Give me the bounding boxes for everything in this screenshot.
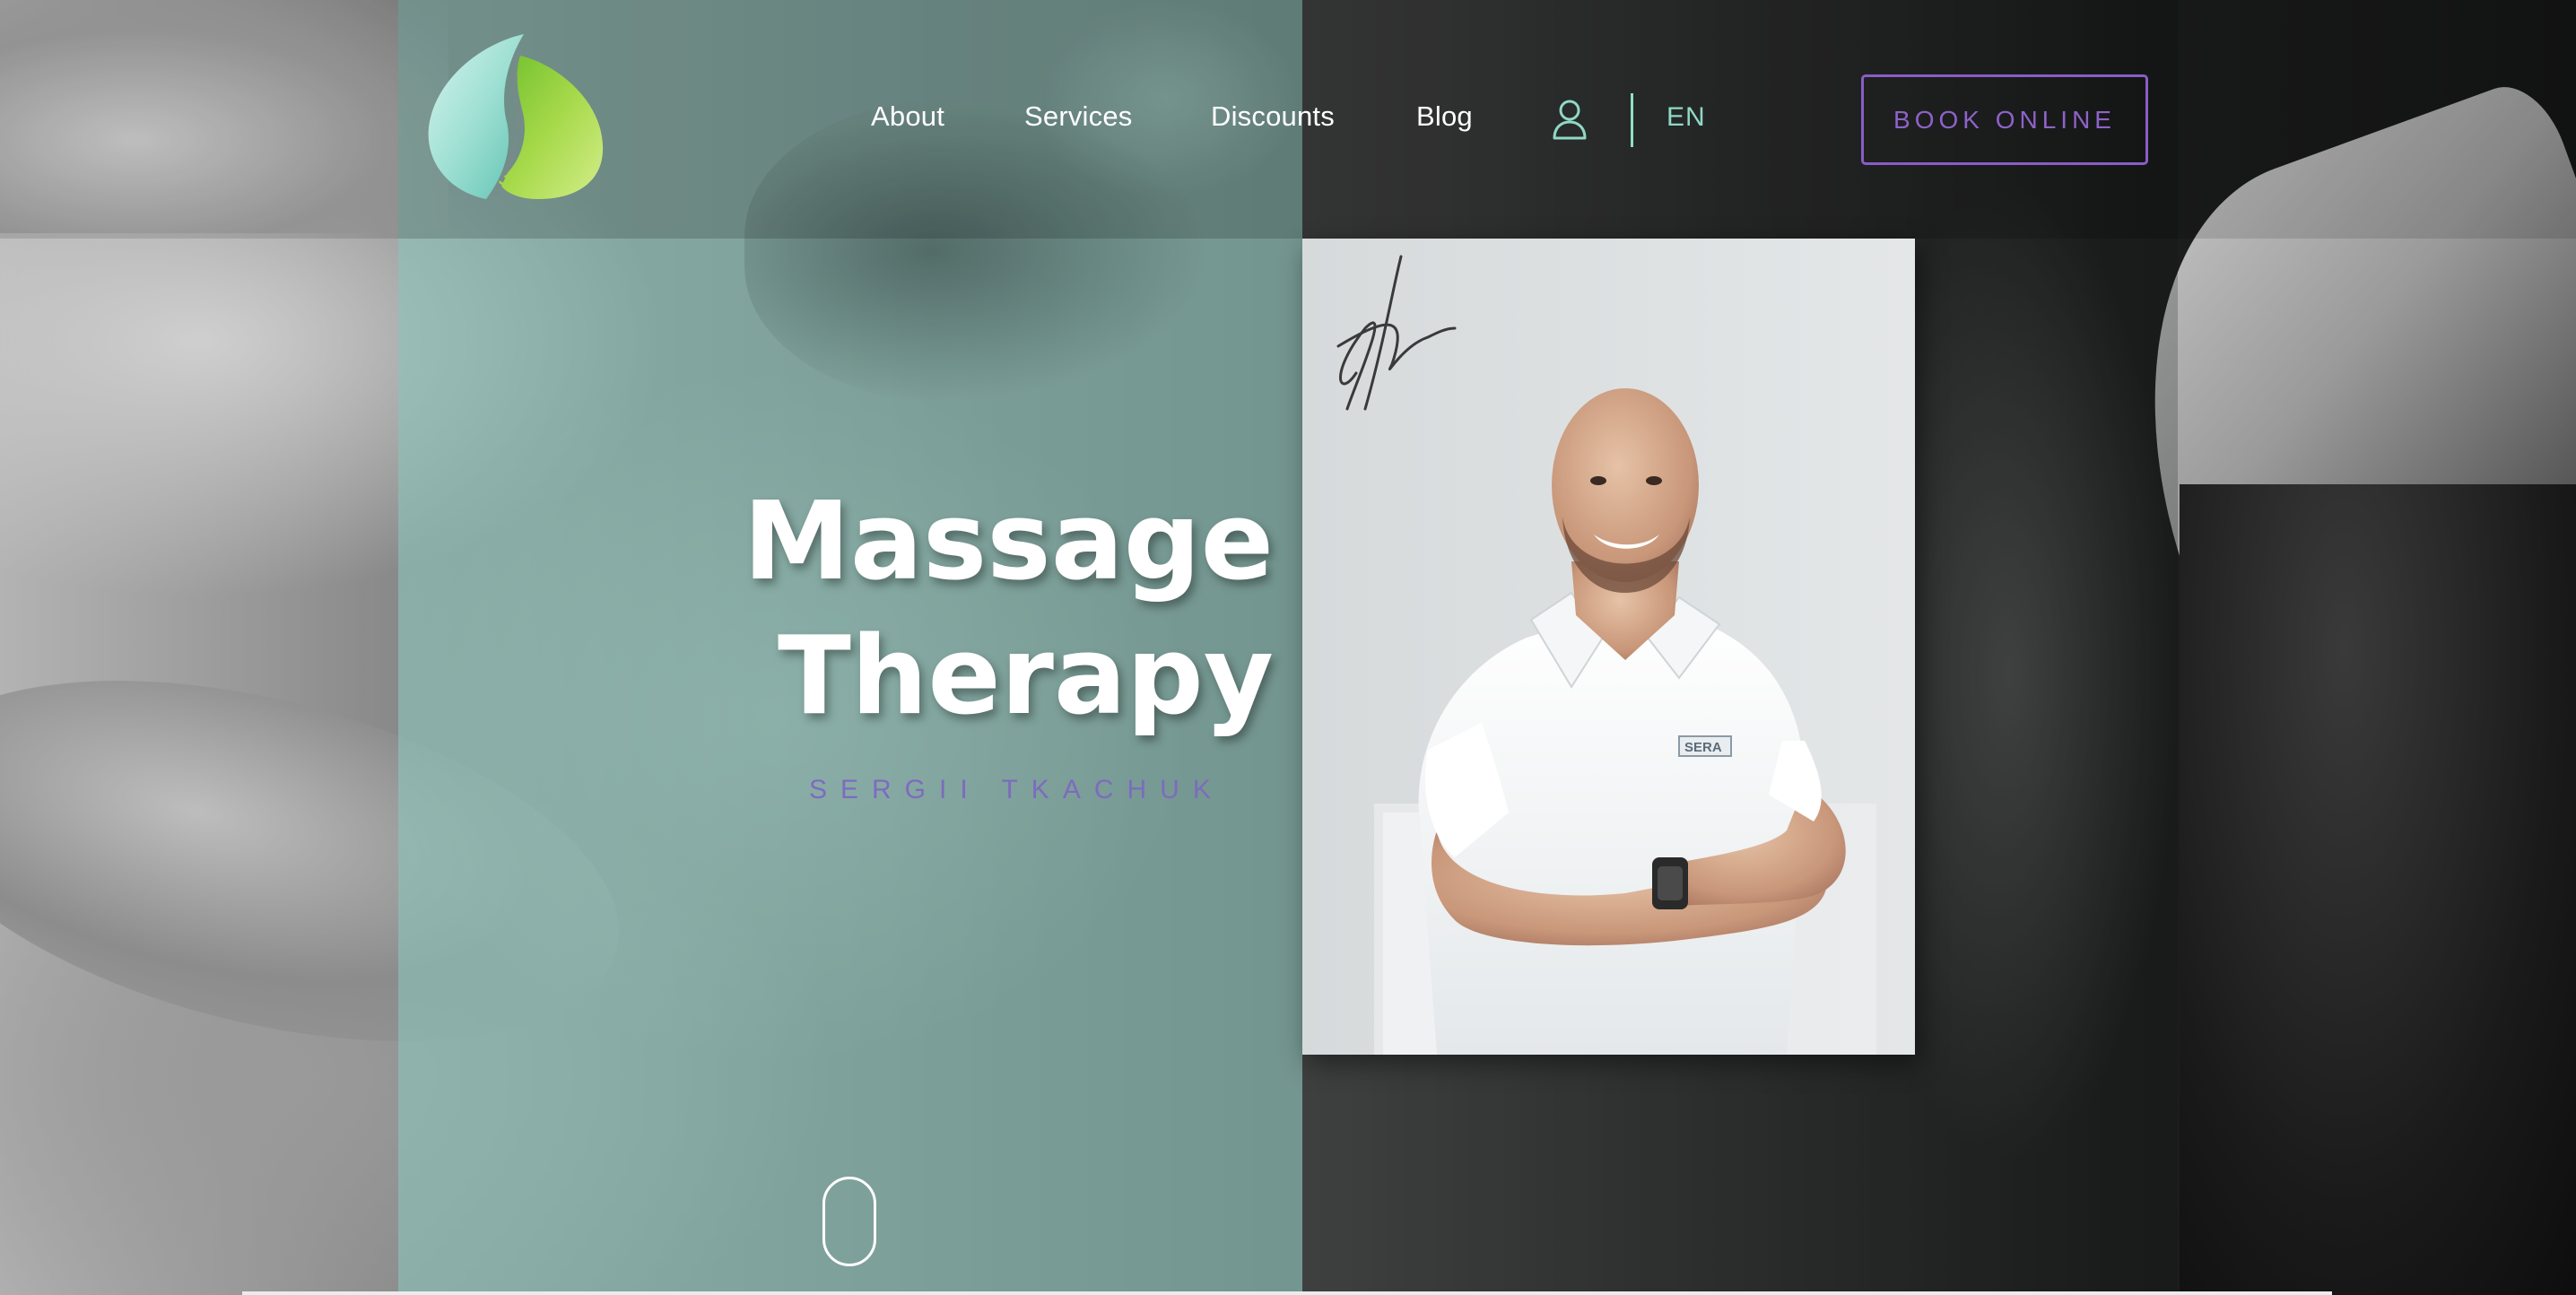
user-icon[interactable] (1552, 99, 1588, 140)
hero-subtitle: SERGII TKACHUK (809, 775, 1224, 804)
nav-discounts[interactable]: Discounts (1211, 100, 1335, 133)
book-online-button[interactable]: BOOK ONLINE (1861, 74, 2148, 165)
language-switcher[interactable]: EN (1667, 102, 1706, 133)
nav-services[interactable]: Services (1024, 100, 1132, 133)
nav-divider (1631, 93, 1633, 147)
teal-panel-shading (398, 251, 1302, 1295)
therapist-portrait: SERA (1302, 239, 1915, 1055)
shirt-badge: SERA (1684, 740, 1722, 755)
spine-leaf-logo[interactable] (423, 29, 612, 206)
bottom-divider (242, 1291, 2332, 1295)
background-dark-area (2180, 484, 2576, 1295)
portrait-illustration: SERA (1302, 239, 1915, 1055)
nav-about[interactable]: About (871, 100, 944, 133)
hero-title: Massage Therapy (743, 480, 1274, 739)
nav-blog[interactable]: Blog (1416, 100, 1473, 133)
scroll-indicator-icon[interactable] (822, 1177, 876, 1266)
